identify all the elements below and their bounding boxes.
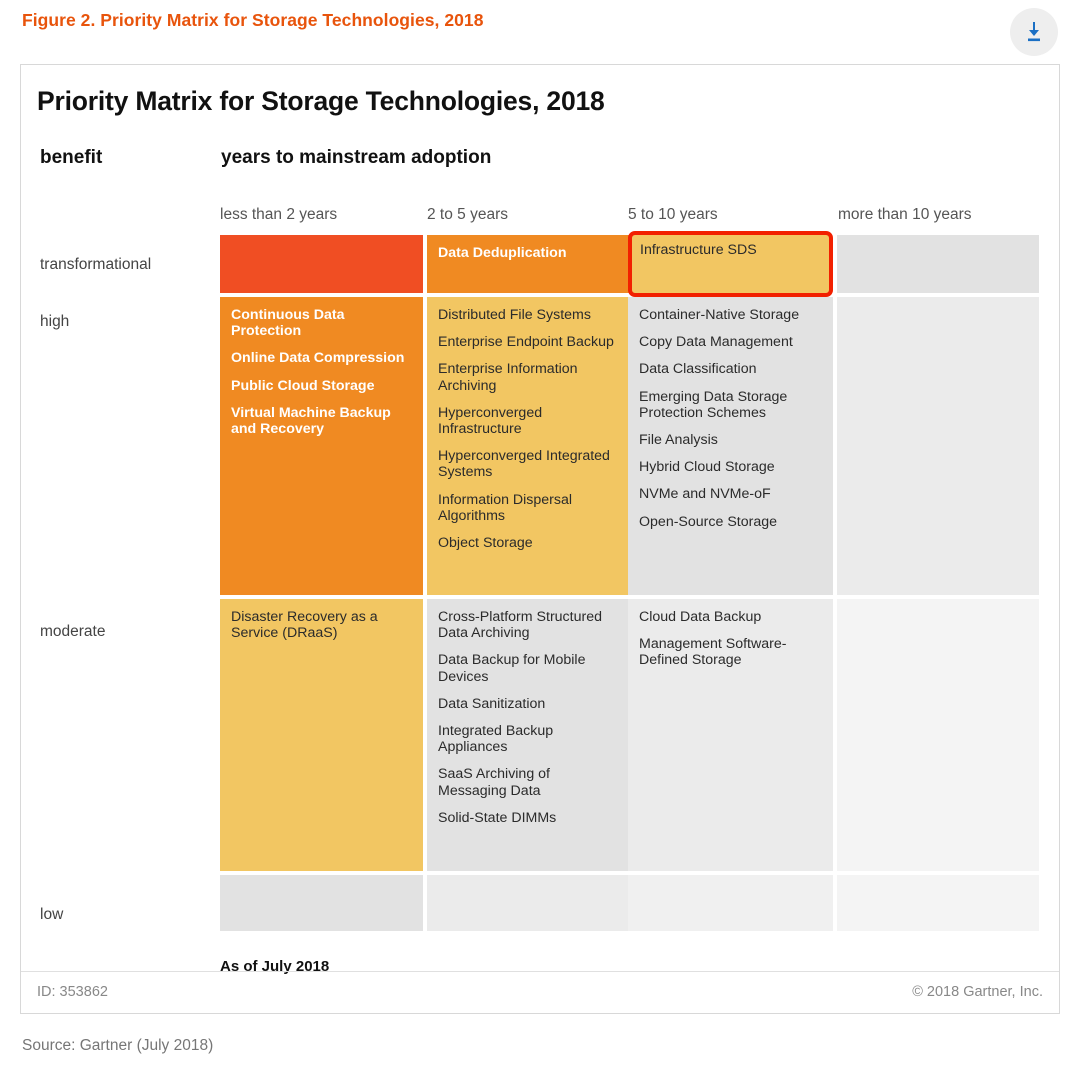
column-header-0: less than 2 years [220, 206, 338, 223]
matrix-card: Priority Matrix for Storage Technologies… [20, 64, 1060, 1014]
matrix-cell-moderate-2to5[interactable]: Cross-Platform Structured Data Archiving… [427, 599, 629, 871]
matrix-item: Disaster Recovery as a Service (DRaaS) [231, 609, 378, 642]
figure-page: Figure 2. Priority Matrix for Storage Te… [0, 0, 1080, 1072]
matrix-cell-transformational-lt2[interactable] [220, 235, 423, 293]
matrix-cell-low-5to10[interactable] [628, 875, 833, 931]
matrix-item: Open-Source Storage [639, 513, 778, 530]
matrix-item: Information Dispersal Algorithms [438, 491, 573, 524]
x-axis-label: years to mainstream adoption [221, 147, 492, 168]
matrix-item: Hyperconverged Integrated Systems [438, 448, 610, 481]
matrix-item: Hyperconverged Infrastructure [438, 404, 543, 437]
matrix-cell-moderate-gt10[interactable] [837, 599, 1039, 871]
y-axis-label: benefit [40, 147, 103, 168]
matrix-item: Public Cloud Storage [231, 377, 375, 394]
matrix-item: Management Software-Defined Storage [639, 636, 787, 669]
figure-id: ID: 353862 [37, 984, 108, 1000]
matrix-item: Continuous Data Protection [231, 307, 345, 340]
row-label-high: high [40, 313, 70, 330]
matrix-cell-low-2to5[interactable] [427, 875, 629, 931]
row-label-moderate: moderate [40, 623, 106, 640]
matrix-item: Enterprise Endpoint Backup [438, 334, 614, 351]
column-header-3: more than 10 years [838, 206, 972, 223]
matrix-item: Cross-Platform Structured Data Archiving [438, 609, 602, 642]
matrix-cell-high-5to10[interactable]: Container-Native Storage Copy Data Manage… [628, 297, 833, 595]
matrix-item: File Analysis [639, 431, 718, 448]
matrix-cell-low-lt2[interactable] [220, 875, 423, 931]
matrix-cell-low-gt10[interactable] [837, 875, 1039, 931]
matrix-cell-transformational-5to10[interactable]: Infrastructure SDS [628, 231, 833, 297]
matrix-item: Hybrid Cloud Storage [639, 459, 775, 476]
matrix-item: Data Sanitization [438, 695, 546, 712]
card-footer: ID: 353862 © 2018 Gartner, Inc. [21, 971, 1059, 1013]
matrix-cell-high-gt10[interactable] [837, 297, 1039, 595]
matrix-item: Cloud Data Backup [639, 609, 762, 625]
matrix-item: Distributed File Systems [438, 307, 591, 323]
column-header-1: 2 to 5 years [427, 206, 508, 223]
matrix-item: Online Data Compression [231, 350, 405, 367]
matrix-cell-moderate-5to10[interactable]: Cloud Data Backup Management Software-Def… [628, 599, 833, 871]
matrix-item: Copy Data Management [639, 334, 793, 351]
column-header-2: 5 to 10 years [628, 206, 718, 223]
matrix-item: SaaS Archiving of Messaging Data [438, 766, 550, 799]
matrix-item: Data Backup for Mobile Devices [438, 652, 586, 685]
matrix-cell-transformational-2to5[interactable]: Data Deduplication [427, 235, 629, 293]
matrix-cell-transformational-gt10[interactable] [837, 235, 1039, 293]
matrix-item: Integrated Backup Appliances [438, 722, 554, 756]
matrix-item: Container-Native Storage [639, 307, 800, 323]
matrix-title: Priority Matrix for Storage Technologies… [37, 86, 605, 116]
matrix-item: Virtual Machine Backup and Recovery [231, 404, 391, 437]
matrix-item: NVMe and NVMe-oF [639, 486, 771, 503]
matrix-item: Data Classification [639, 361, 757, 378]
copyright-notice: © 2018 Gartner, Inc. [912, 984, 1043, 1000]
matrix-item: Solid-State DIMMs [438, 809, 557, 826]
source-line: Source: Gartner (July 2018) [22, 1037, 214, 1054]
matrix-item: Object Storage [438, 534, 533, 551]
matrix-cell-high-2to5[interactable]: Distributed File Systems Enterprise Endpo… [427, 297, 629, 595]
figure-title: Figure 2. Priority Matrix for Storage Te… [22, 10, 484, 30]
matrix-item: Data Deduplication [438, 245, 567, 261]
figure-header: Figure 2. Priority Matrix for Storage Te… [0, 0, 1080, 62]
download-button[interactable] [1010, 8, 1058, 56]
matrix-item: Enterprise Information Archiving [438, 361, 578, 394]
matrix-cell-moderate-lt2[interactable]: Disaster Recovery as a Service (DRaaS) [220, 599, 423, 871]
matrix-item: Infrastructure SDS [640, 242, 757, 258]
row-label-transformational: transformational [40, 256, 152, 273]
matrix-item: Emerging Data Storage Protection Schemes [639, 388, 788, 421]
matrix-cell-high-lt2[interactable]: Continuous Data Protection Online Data Co… [220, 297, 423, 595]
row-label-low: low [40, 906, 64, 923]
